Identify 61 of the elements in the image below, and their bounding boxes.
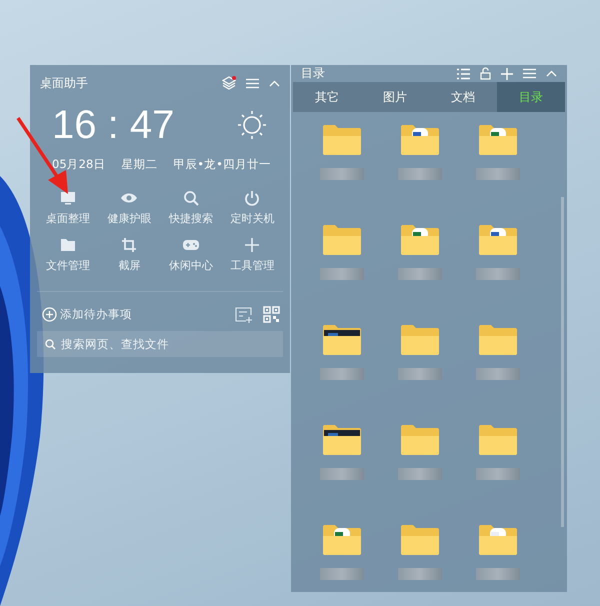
plus-icon [243, 236, 262, 254]
blurred-label [476, 268, 520, 280]
folder-icon[interactable] [322, 424, 362, 456]
category-tab[interactable]: 其它 [293, 82, 361, 112]
power-icon [243, 189, 262, 207]
search-icon [182, 189, 200, 207]
qr-code-icon[interactable] [263, 306, 280, 323]
blurred-label [398, 168, 442, 180]
blurred-label [398, 568, 442, 580]
folder-icon[interactable] [400, 124, 440, 156]
folder-icon[interactable] [322, 524, 362, 556]
category-tab[interactable]: 图片 [361, 82, 429, 112]
folder-icon [58, 236, 77, 254]
blurred-label [476, 368, 520, 380]
collapse-caret-icon[interactable] [546, 70, 557, 77]
tool-shortcut[interactable]: 定时关机 [222, 189, 283, 226]
plus-icon[interactable] [501, 68, 513, 80]
search-icon [45, 339, 56, 350]
menu-icon[interactable] [523, 68, 536, 79]
blurred-label [476, 468, 520, 480]
blurred-label [320, 268, 364, 280]
collapse-caret-icon[interactable] [269, 80, 280, 86]
list-icon[interactable] [457, 68, 470, 80]
tool-shortcut[interactable]: 工具管理 [222, 236, 283, 273]
folder-icon[interactable] [322, 324, 362, 356]
add-todo-button[interactable]: 添加待办事项 [42, 307, 132, 322]
layers-icon[interactable] [222, 76, 236, 90]
folder-icon[interactable] [478, 124, 518, 156]
blurred-label [320, 568, 364, 580]
blurred-label [320, 468, 364, 480]
crop-icon [120, 236, 138, 254]
add-note-icon[interactable] [235, 306, 253, 322]
panel-title: 目录 [301, 65, 325, 82]
blurred-label [320, 368, 364, 380]
lunar-date-text: 甲辰•龙•四月廿一 [173, 157, 271, 173]
tool-shortcut[interactable]: 桌面整理 [37, 189, 98, 226]
menu-icon[interactable] [246, 78, 259, 88]
weekday-text: 星期二 [121, 157, 158, 173]
blurred-label [398, 368, 442, 380]
blurred-label [476, 568, 520, 580]
clock-time: 16 : 47 [52, 102, 174, 149]
blurred-label [398, 268, 442, 280]
sun-icon [237, 110, 267, 140]
scrollbar[interactable] [561, 197, 564, 527]
blurred-label [476, 168, 520, 180]
tool-shortcut[interactable]: 快捷搜索 [160, 189, 222, 226]
blurred-label [320, 168, 364, 180]
category-tab[interactable]: 目录 [497, 82, 565, 112]
plus-circle-icon [42, 307, 57, 322]
tool-shortcut[interactable]: 截屏 [98, 236, 160, 273]
folder-icon[interactable] [478, 224, 518, 256]
monitor-icon [58, 189, 77, 207]
tool-shortcut[interactable]: 健康护眼 [98, 189, 160, 226]
panel-title: 桌面助手 [40, 74, 88, 92]
folder-icon[interactable] [400, 224, 440, 256]
date-text: 05月28日 [52, 157, 106, 173]
tool-shortcut[interactable]: 文件管理 [37, 236, 98, 273]
tool-shortcut[interactable]: 休闲中心 [160, 236, 222, 273]
category-tab[interactable]: 文档 [429, 82, 497, 112]
unlocked-padlock-icon[interactable] [480, 67, 491, 80]
blurred-label [398, 468, 442, 480]
